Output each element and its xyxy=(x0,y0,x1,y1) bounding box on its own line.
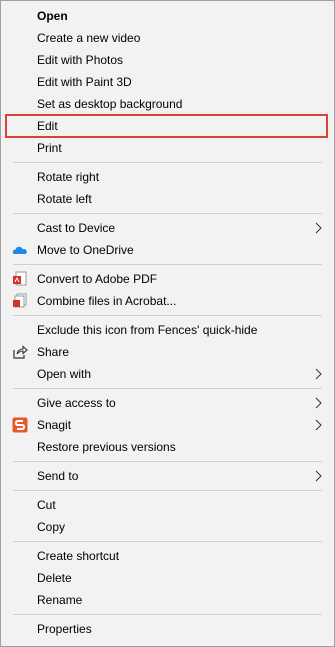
menu-item-rotate-left[interactable]: Rotate left xyxy=(1,188,334,210)
menu-separator xyxy=(13,541,322,542)
menu-item-edit[interactable]: Edit xyxy=(1,114,334,138)
menu-separator xyxy=(13,213,322,214)
chevron-right-icon xyxy=(315,470,322,482)
menu-item-snagit[interactable]: Snagit xyxy=(1,414,334,436)
menu-item-convert-to-adobe-pdf[interactable]: Convert to Adobe PDF xyxy=(1,268,334,290)
chevron-right-icon xyxy=(315,419,322,431)
share-icon xyxy=(13,345,28,359)
menu-item-exclude-fences[interactable]: Exclude this icon from Fences' quick-hid… xyxy=(1,319,334,341)
menu-item-give-access-to[interactable]: Give access to xyxy=(1,392,334,414)
menu-item-label: Exclude this icon from Fences' quick-hid… xyxy=(37,323,258,337)
menu-item-label: Create shortcut xyxy=(37,549,120,563)
menu-item-label: Rotate right xyxy=(37,170,100,184)
menu-item-open[interactable]: Open xyxy=(1,5,334,27)
menu-item-label: Open xyxy=(37,9,68,23)
menu-item-set-desktop-background[interactable]: Set as desktop background xyxy=(1,93,334,115)
onedrive-cloud-icon xyxy=(12,246,27,254)
menu-item-label: Send to xyxy=(37,469,79,483)
menu-item-label: Print xyxy=(37,141,62,155)
menu-item-label: Move to OneDrive xyxy=(37,243,134,257)
menu-item-cast-to-device[interactable]: Cast to Device xyxy=(1,217,334,239)
menu-item-label: Rename xyxy=(37,593,83,607)
menu-item-rotate-right[interactable]: Rotate right xyxy=(1,166,334,188)
menu-item-label: Open with xyxy=(37,367,92,381)
menu-item-label: Edit with Photos xyxy=(37,53,124,67)
menu-item-label: Rotate left xyxy=(37,192,92,206)
menu-separator xyxy=(13,162,322,163)
menu-item-edit-with-paint-3d[interactable]: Edit with Paint 3D xyxy=(1,71,334,93)
menu-item-delete[interactable]: Delete xyxy=(1,567,334,589)
menu-item-label: Set as desktop background xyxy=(37,97,183,111)
menu-item-cut[interactable]: Cut xyxy=(1,494,334,516)
menu-separator xyxy=(13,461,322,462)
menu-item-label: Share xyxy=(37,345,70,359)
menu-item-move-to-onedrive[interactable]: Move to OneDrive xyxy=(1,239,334,261)
chevron-right-icon xyxy=(315,222,322,234)
menu-item-label: Delete xyxy=(37,571,72,585)
menu-item-label: Edit with Paint 3D xyxy=(37,75,132,89)
menu-item-copy[interactable]: Copy xyxy=(1,516,334,538)
menu-item-share[interactable]: Share xyxy=(1,341,334,363)
menu-separator xyxy=(13,490,322,491)
menu-separator xyxy=(13,614,322,615)
menu-item-restore-previous-versions[interactable]: Restore previous versions xyxy=(1,436,334,458)
menu-item-label: Copy xyxy=(37,520,66,534)
menu-item-label: Snagit xyxy=(37,418,72,432)
menu-item-label: Combine files in Acrobat... xyxy=(37,294,177,308)
menu-item-combine-files-acrobat[interactable]: Combine files in Acrobat... xyxy=(1,290,334,312)
menu-item-create-shortcut[interactable]: Create shortcut xyxy=(1,545,334,567)
menu-item-print[interactable]: Print xyxy=(1,137,334,159)
menu-item-edit-with-photos[interactable]: Edit with Photos xyxy=(1,49,334,71)
menu-item-label: Edit xyxy=(37,119,58,133)
menu-item-label: Restore previous versions xyxy=(37,440,176,454)
menu-separator xyxy=(13,315,322,316)
menu-item-label: Cast to Device xyxy=(37,221,116,235)
snagit-icon xyxy=(12,417,28,433)
menu-item-label: Properties xyxy=(37,622,92,636)
menu-item-label: Create a new video xyxy=(37,31,141,45)
menu-separator xyxy=(13,264,322,265)
menu-item-send-to[interactable]: Send to xyxy=(1,465,334,487)
context-menu: Open Create a new video Edit with Photos… xyxy=(0,0,335,647)
chevron-right-icon xyxy=(315,368,322,380)
menu-item-label: Convert to Adobe PDF xyxy=(37,272,158,286)
acrobat-combine-icon xyxy=(13,293,27,308)
menu-item-create-new-video[interactable]: Create a new video xyxy=(1,27,334,49)
menu-item-label: Cut xyxy=(37,498,56,512)
chevron-right-icon xyxy=(315,397,322,409)
menu-item-properties[interactable]: Properties xyxy=(1,618,334,640)
menu-item-rename[interactable]: Rename xyxy=(1,589,334,611)
menu-item-open-with[interactable]: Open with xyxy=(1,363,334,385)
menu-item-label: Give access to xyxy=(37,396,116,410)
adobe-pdf-icon xyxy=(13,271,27,286)
menu-separator xyxy=(13,388,322,389)
